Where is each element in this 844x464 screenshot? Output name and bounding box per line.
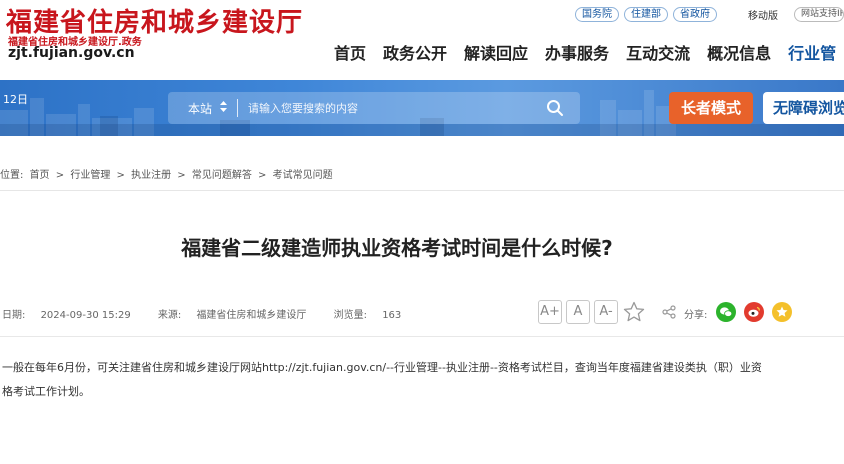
- breadcrumb-divider: [0, 190, 844, 191]
- breadcrumb-item-industry[interactable]: 行业管理: [70, 170, 110, 181]
- breadcrumb-item-home[interactable]: 首页: [30, 170, 50, 181]
- share-label: 分享:: [684, 310, 708, 321]
- star-icon[interactable]: [622, 300, 646, 324]
- article-body: 一般在每年6月份，可关注建省住房和城乡建设厅网站http://zjt.fujia…: [2, 355, 802, 405]
- source-label: 来源:: [157, 310, 182, 321]
- breadcrumb-separator: >: [258, 170, 267, 181]
- article-source: 福建省住房和城乡建设厅: [196, 310, 307, 321]
- breadcrumb-item-registration[interactable]: 执业注册: [131, 170, 171, 181]
- article-title: 福建省二级建造师执业资格考试时间是什么时候?: [181, 236, 613, 260]
- nav-gov-affairs[interactable]: 政务公开: [383, 40, 447, 64]
- font-size-controls: A+ A A-: [538, 300, 650, 324]
- article-meta: 日期: 2024-09-30 15:29 来源: 福建省住房和城乡建设厅 浏览量…: [2, 306, 425, 321]
- breadcrumb-separator: >: [55, 170, 65, 181]
- elder-mode-button[interactable]: 长者模式: [669, 92, 753, 124]
- site-logo-url: zjt.fujian.gov.cn: [8, 45, 135, 61]
- link-state-council[interactable]: 国务院: [575, 6, 619, 22]
- link-provincial-gov[interactable]: 省政府: [673, 6, 717, 22]
- font-default-button[interactable]: A: [566, 300, 590, 324]
- weibo-icon[interactable]: [744, 302, 764, 322]
- breadcrumb: 位置: 首页 > 行业管理 > 执业注册 > 常见问题解答 > 考试常见问题: [0, 166, 336, 181]
- nav-interaction[interactable]: 互动交流: [626, 40, 690, 64]
- accessibility-button[interactable]: 无障碍浏览: [763, 92, 844, 124]
- date-label: 日期:: [2, 310, 26, 321]
- article-paragraph: 格考试工作计划。: [2, 385, 90, 398]
- nav-industry[interactable]: 行业管: [788, 40, 836, 64]
- mobile-version-link[interactable]: 移动版: [748, 7, 778, 22]
- view-count: 163: [382, 310, 402, 321]
- search-divider: [237, 99, 239, 117]
- font-increase-button[interactable]: A+: [538, 300, 562, 324]
- nav-services[interactable]: 办事服务: [545, 40, 609, 64]
- link-ministry-housing[interactable]: 住建部: [624, 6, 668, 22]
- ipv6-support-badge: 网站支持IPv6: [794, 6, 844, 22]
- search-icon[interactable]: [546, 99, 564, 117]
- nav-home[interactable]: 首页: [334, 40, 366, 64]
- meta-divider: [0, 336, 844, 337]
- search-scope-select[interactable]: 本站: [188, 100, 212, 117]
- site-header: 福建省住房和城乡建设厅 福建省住房和城乡建设厅.政务 zjt.fujian.go…: [0, 0, 844, 90]
- breadcrumb-separator: >: [177, 170, 186, 181]
- font-decrease-button[interactable]: A-: [594, 300, 618, 324]
- views-label: 浏览量:: [333, 310, 367, 321]
- publish-date: 2024-09-30 15:29: [40, 310, 131, 321]
- breadcrumb-item-faq[interactable]: 常见问题解答: [192, 170, 252, 181]
- breadcrumb-separator: >: [116, 170, 125, 181]
- article-paragraph: 一般在每年6月份，可关注建省住房和城乡建设厅网站http://zjt.fujia…: [2, 361, 762, 374]
- search-banner: 12日 本站 长者模式 无障碍浏览: [0, 80, 844, 136]
- nav-overview[interactable]: 概况信息: [707, 40, 771, 64]
- main-nav: 首页 政务公开 解读回应 办事服务 互动交流 概况信息 行业管: [334, 40, 844, 64]
- sort-arrows-icon[interactable]: [220, 101, 228, 115]
- top-links: 国务院 住建部 省政府 移动版 网站支持IPv6: [575, 6, 844, 22]
- breadcrumb-prefix: 位置:: [0, 170, 24, 181]
- breadcrumb-item-exam-faq[interactable]: 考试常见问题: [273, 170, 333, 181]
- share-icon: [662, 305, 676, 319]
- nav-interpretation[interactable]: 解读回应: [464, 40, 528, 64]
- qzone-icon[interactable]: [772, 302, 792, 322]
- date-display: 12日: [3, 93, 28, 106]
- wechat-icon[interactable]: [716, 302, 736, 322]
- site-search: 本站: [168, 92, 580, 124]
- search-input[interactable]: [248, 101, 519, 115]
